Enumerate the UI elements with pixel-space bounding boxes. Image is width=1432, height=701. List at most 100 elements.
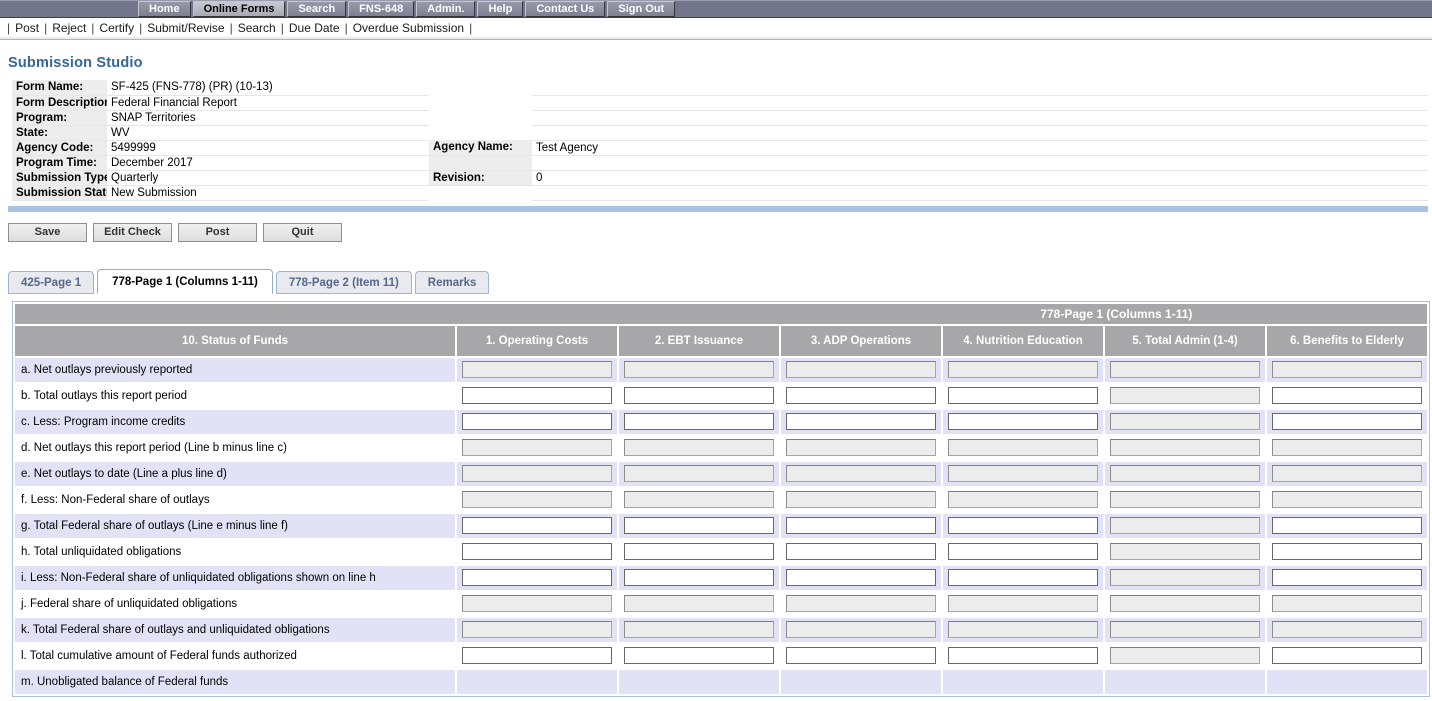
input-line-c-col-2[interactable] xyxy=(624,413,774,430)
details-row-form-name: Form Name:SF-425 (FNS-778) (PR) (10-13) xyxy=(12,80,1428,95)
input-line-b-col-6[interactable] xyxy=(1272,387,1422,404)
amount-cell xyxy=(1105,514,1265,538)
input-line-h-col-2[interactable] xyxy=(624,543,774,560)
input-line-a-col-6 xyxy=(1272,361,1422,378)
menu-item-certify[interactable]: Certify xyxy=(97,21,136,35)
nav-button-home[interactable]: Home xyxy=(138,1,191,17)
save-button[interactable]: Save xyxy=(8,223,87,242)
details-value-2 xyxy=(532,80,1428,95)
menu-item-reject[interactable]: Reject xyxy=(50,21,88,35)
details-label-2: Revision: xyxy=(429,170,532,185)
amount-cell xyxy=(1105,540,1265,564)
input-line-b-col-3[interactable] xyxy=(786,387,936,404)
input-line-h-col-1[interactable] xyxy=(462,543,612,560)
input-line-f-col-3 xyxy=(786,491,936,508)
table-row-m: m. Unobligated balance of Federal funds xyxy=(15,670,1427,694)
post-button[interactable]: Post xyxy=(178,223,257,242)
details-value: New Submission xyxy=(107,185,429,200)
menu-item-post[interactable]: Post xyxy=(13,21,41,35)
input-line-h-col-4[interactable] xyxy=(948,543,1098,560)
row-label: j. Federal share of unliquidated obligat… xyxy=(15,592,455,616)
input-line-c-col-6[interactable] xyxy=(1272,413,1422,430)
menu-item-overdue-submission[interactable]: Overdue Submission xyxy=(351,21,466,35)
input-line-c-col-1[interactable] xyxy=(462,413,612,430)
input-line-j-col-1 xyxy=(462,595,612,612)
amount-cell xyxy=(1105,670,1265,694)
input-line-a-col-2 xyxy=(624,361,774,378)
input-line-b-col-1[interactable] xyxy=(462,387,612,404)
amount-cell xyxy=(1105,462,1265,486)
nav-button-fns-648[interactable]: FNS-648 xyxy=(348,1,414,17)
amount-cell xyxy=(1105,618,1265,642)
input-line-b-col-2[interactable] xyxy=(624,387,774,404)
input-line-g-col-1[interactable] xyxy=(462,517,612,534)
input-line-f-col-2 xyxy=(624,491,774,508)
row-label: f. Less: Non-Federal share of outlays xyxy=(15,488,455,512)
input-line-a-col-3 xyxy=(786,361,936,378)
tab-778-page-2-item-11[interactable]: 778-Page 2 (Item 11) xyxy=(276,271,412,294)
input-line-e-col-6 xyxy=(1272,465,1422,482)
nav-button-sign-out[interactable]: Sign Out xyxy=(607,1,675,17)
column-header-10-status-of-funds: 10. Status of Funds xyxy=(15,326,455,356)
menu-item-submit-revise[interactable]: Submit/Revise xyxy=(145,21,226,35)
details-label: State: xyxy=(12,125,107,140)
table-row-g: g. Total Federal share of outlays (Line … xyxy=(15,514,1427,538)
nav-button-help[interactable]: Help xyxy=(477,1,523,17)
menu-item-due-date[interactable]: Due Date xyxy=(287,21,342,35)
menu-item-search[interactable]: Search xyxy=(236,21,278,35)
input-line-d-col-5 xyxy=(1110,439,1260,456)
quit-button[interactable]: Quit xyxy=(263,223,342,242)
details-label-2: Agency Name: xyxy=(429,140,532,155)
input-line-g-col-2[interactable] xyxy=(624,517,774,534)
details-value: December 2017 xyxy=(107,155,429,170)
input-line-b-col-5 xyxy=(1110,387,1260,404)
input-line-l-col-1[interactable] xyxy=(462,647,612,664)
details-row-state: State:WV xyxy=(12,125,1428,140)
input-line-h-col-3[interactable] xyxy=(786,543,936,560)
input-line-i-col-2[interactable] xyxy=(624,569,774,586)
tab-778-page-1-columns-1-11[interactable]: 778-Page 1 (Columns 1-11) xyxy=(97,269,273,294)
nav-button-online-forms[interactable]: Online Forms xyxy=(193,1,286,17)
nav-button-search[interactable]: Search xyxy=(287,1,346,17)
input-line-i-col-1[interactable] xyxy=(462,569,612,586)
details-row-form-description: Form Description:Federal Financial Repor… xyxy=(12,95,1428,110)
input-line-i-col-3[interactable] xyxy=(786,569,936,586)
amount-cell xyxy=(457,488,617,512)
input-line-l-col-4[interactable] xyxy=(948,647,1098,664)
input-line-f-col-1 xyxy=(462,491,612,508)
input-line-k-col-2 xyxy=(624,621,774,638)
input-line-a-col-5 xyxy=(1110,361,1260,378)
status-of-funds-table: 778-Page 1 (Columns 1-11) 10. Status of … xyxy=(12,301,1430,697)
nav-button-contact-us[interactable]: Contact Us xyxy=(525,1,605,17)
input-line-l-col-6[interactable] xyxy=(1272,647,1422,664)
input-line-i-col-6[interactable] xyxy=(1272,569,1422,586)
details-label: Submission Type: xyxy=(12,170,107,185)
tab-425-page-1[interactable]: 425-Page 1 xyxy=(8,271,94,294)
tab-remarks[interactable]: Remarks xyxy=(415,271,490,294)
input-line-c-col-3[interactable] xyxy=(786,413,936,430)
input-line-i-col-4[interactable] xyxy=(948,569,1098,586)
input-line-d-col-6 xyxy=(1272,439,1422,456)
table-row-d: d. Net outlays this report period (Line … xyxy=(15,436,1427,460)
input-line-l-col-3[interactable] xyxy=(786,647,936,664)
amount-cell xyxy=(457,384,617,408)
row-label: e. Net outlays to date (Line a plus line… xyxy=(15,462,455,486)
table-row-h: h. Total unliquidated obligations xyxy=(15,540,1427,564)
edit-check-button[interactable]: Edit Check xyxy=(93,223,172,242)
nav-button-admin[interactable]: Admin. xyxy=(416,1,475,17)
input-line-b-col-4[interactable] xyxy=(948,387,1098,404)
amount-cell xyxy=(619,488,779,512)
input-line-g-col-4[interactable] xyxy=(948,517,1098,534)
amount-cell xyxy=(781,540,941,564)
input-line-g-col-3[interactable] xyxy=(786,517,936,534)
table-row-a: a. Net outlays previously reported xyxy=(15,358,1427,382)
input-line-l-col-2[interactable] xyxy=(624,647,774,664)
input-line-g-col-6[interactable] xyxy=(1272,517,1422,534)
input-line-h-col-6[interactable] xyxy=(1272,543,1422,560)
amount-cell xyxy=(1267,670,1427,694)
input-line-e-col-5 xyxy=(1110,465,1260,482)
amount-cell xyxy=(1105,436,1265,460)
column-header-3-adp-operations: 3. ADP Operations xyxy=(781,326,941,356)
details-row-program: Program:SNAP Territories xyxy=(12,110,1428,125)
input-line-c-col-4[interactable] xyxy=(948,413,1098,430)
